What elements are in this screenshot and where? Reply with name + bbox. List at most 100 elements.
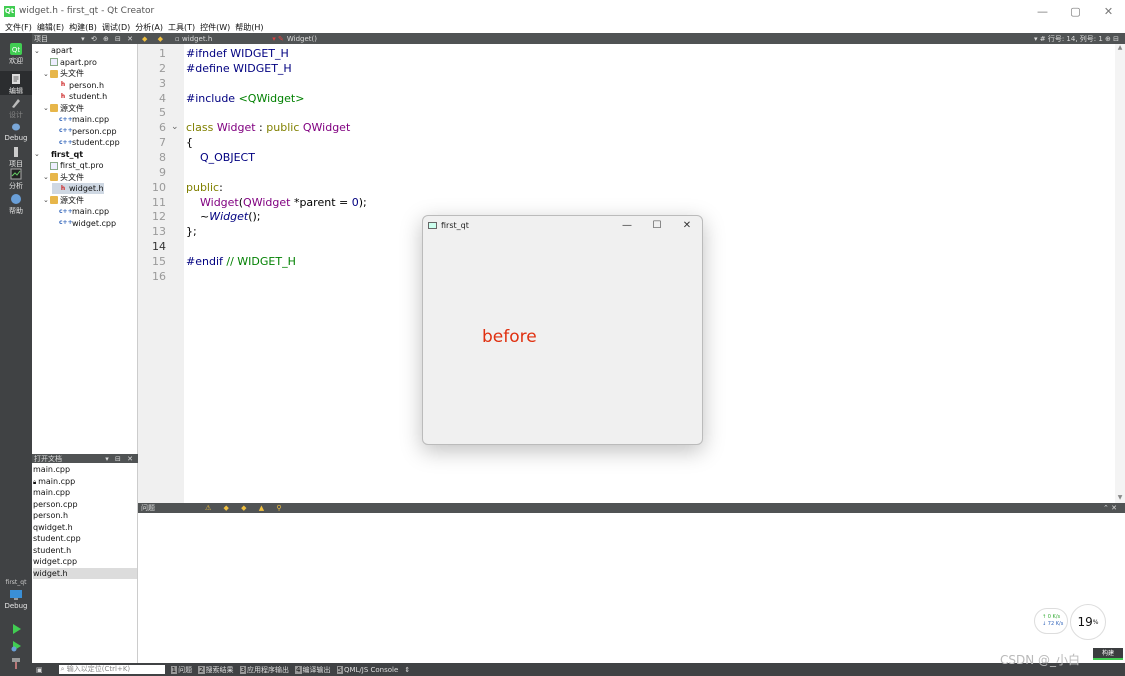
- menu-file[interactable]: 文件(F): [5, 22, 32, 33]
- tree-item[interactable]: apart.pro: [43, 57, 97, 68]
- menu-tools[interactable]: 工具(T): [168, 22, 195, 33]
- tree-item[interactable]: c++ main.cpp: [52, 206, 109, 217]
- tree-item[interactable]: c++ widget.cpp: [52, 218, 116, 229]
- tab-compile-output[interactable]: 4 编译输出: [295, 665, 331, 675]
- menu-edit[interactable]: 编辑(E): [37, 22, 64, 33]
- chevron-down-icon[interactable]: ⌄: [43, 104, 50, 112]
- menu-analyze[interactable]: 分析(A): [135, 22, 163, 33]
- line-number: 14: [152, 240, 166, 254]
- minimize-button[interactable]: —: [1026, 0, 1059, 22]
- tree-item[interactable]: h student.h: [52, 91, 107, 102]
- open-document-item[interactable]: 🔒︎ main.cpp: [33, 476, 137, 488]
- open-document-item[interactable]: student.cpp: [33, 533, 137, 545]
- tree-item-label: student.h: [69, 92, 108, 101]
- mode-help[interactable]: 帮助: [0, 193, 32, 216]
- window-controls: — ▢ ✕: [1026, 0, 1125, 22]
- cpp-file-icon: c++: [59, 138, 73, 146]
- tree-item[interactable]: h widget.h: [52, 183, 104, 194]
- tree-item-label: main.cpp: [72, 115, 110, 124]
- folder-file-icon: [50, 173, 58, 181]
- run-button[interactable]: [0, 623, 32, 636]
- pane-tools-icon[interactable]: ▾ ⊟ ✕: [105, 455, 135, 463]
- open-document-item[interactable]: student.h: [33, 545, 137, 557]
- tree-item[interactable]: ⌄ 源文件: [43, 103, 84, 114]
- app-close-button[interactable]: ✕: [672, 216, 702, 235]
- kit-selector[interactable]: Debug: [0, 589, 32, 610]
- tree-item[interactable]: ⌄ 头文件: [43, 68, 84, 79]
- code-token: );: [358, 195, 367, 209]
- chevron-down-icon[interactable]: ⌄: [43, 173, 50, 181]
- chevron-down-icon[interactable]: ⌄: [43, 70, 50, 78]
- open-document-label: person.cpp: [33, 499, 78, 509]
- tab-search-results[interactable]: 2 搜索结果: [198, 665, 234, 675]
- tab-app-output[interactable]: 3 应用程序输出: [239, 665, 290, 675]
- open-document-label: widget.h: [33, 568, 68, 578]
- tree-item[interactable]: ⌄ first_qt: [34, 149, 83, 160]
- tree-item-label: widget.h: [69, 184, 104, 193]
- line-number: 7: [159, 136, 166, 150]
- open-document-label: widget.cpp: [33, 557, 78, 566]
- fold-chevron-icon[interactable]: ⌄: [171, 122, 179, 132]
- line-number: 12: [152, 210, 166, 224]
- mode-edit[interactable]: 编辑: [0, 71, 32, 95]
- tree-item[interactable]: c++ student.cpp: [52, 137, 120, 148]
- tree-item[interactable]: ⌄ 头文件: [43, 172, 84, 183]
- menu-help[interactable]: 帮助(H): [235, 22, 263, 33]
- locator-input[interactable]: ⌕ 输入以定位(Ctrl+K): [58, 665, 165, 674]
- code-line: #ifndef WIDGET_H: [186, 46, 289, 61]
- editor-file-combo[interactable]: ▫ widget.h: [175, 35, 212, 43]
- code-token: 0: [351, 195, 359, 209]
- open-document-item[interactable]: person.cpp: [33, 499, 137, 511]
- tree-item[interactable]: ⌄ 源文件: [43, 195, 84, 206]
- edit-icon: [12, 74, 20, 84]
- open-document-item[interactable]: main.cpp: [33, 464, 137, 476]
- app-minimize-button[interactable]: —: [612, 216, 642, 235]
- project-file-icon: [41, 47, 49, 55]
- debug-run-button[interactable]: [0, 640, 32, 653]
- app-maximize-button[interactable]: ☐: [642, 216, 672, 235]
- symbol-combo[interactable]: ▾ ✎ Widget(): [272, 35, 317, 43]
- pane-tools-icon[interactable]: ▾ ⟲ ⊕ ⊟ ✕: [81, 35, 135, 43]
- mode-welcome[interactable]: Qt 欢迎: [0, 43, 32, 66]
- tabs-more-icon[interactable]: ⇕: [404, 666, 410, 674]
- menu-debug[interactable]: 调试(D): [102, 22, 130, 33]
- open-document-item[interactable]: qwidget.h: [33, 522, 137, 534]
- filter-icons[interactable]: ⚠ ◆ ◆ ▲ ⚲: [205, 504, 286, 512]
- tab-qml-console[interactable]: 5 QML/JS Console: [336, 665, 398, 674]
- toggle-sidebar-icon[interactable]: ▣: [36, 666, 43, 674]
- tab-issues[interactable]: 1 问题: [170, 665, 192, 675]
- chevron-down-icon[interactable]: ⌄: [34, 47, 41, 55]
- code-line: ~Widget();: [186, 209, 261, 224]
- chevron-down-icon[interactable]: ⌄: [34, 150, 41, 158]
- tab-num: 4: [295, 665, 302, 674]
- mode-analyze[interactable]: 分析: [0, 168, 32, 191]
- menu-widgets[interactable]: 控件(W): [200, 22, 230, 33]
- line-number: 16: [152, 269, 166, 283]
- chevron-down-icon[interactable]: ⌄: [43, 196, 50, 204]
- tree-item[interactable]: c++ person.cpp: [52, 126, 117, 137]
- maximize-button[interactable]: ▢: [1059, 0, 1092, 22]
- tree-item[interactable]: ⌄ apart: [34, 45, 72, 56]
- pro-file-icon: [50, 58, 58, 66]
- tree-item[interactable]: c++ main.cpp: [52, 114, 109, 125]
- symbol-icon: ▾ ✎: [272, 34, 284, 43]
- tree-item-label: apart: [51, 46, 73, 55]
- pane-controls-icon[interactable]: ⌃ ✕: [1103, 504, 1117, 512]
- code-token: Widget: [200, 195, 239, 209]
- open-document-item[interactable]: main.cpp: [33, 487, 137, 499]
- mode-projects[interactable]: 项目: [0, 146, 32, 169]
- tree-item[interactable]: h person.h: [52, 80, 104, 91]
- nav-arrows-icon[interactable]: ◆ ◆: [142, 35, 167, 43]
- tree-item[interactable]: first_qt.pro: [43, 160, 103, 171]
- tab-label: 应用程序输出: [247, 665, 290, 674]
- app-window[interactable]: first_qt — ☐ ✕ before: [422, 215, 703, 445]
- build-button[interactable]: [0, 657, 32, 670]
- mode-debug[interactable]: Debug: [0, 121, 32, 142]
- editor-scrollbar[interactable]: ▲ ▼: [1115, 44, 1125, 503]
- close-button[interactable]: ✕: [1092, 0, 1125, 22]
- open-document-item[interactable]: widget.h: [33, 567, 137, 579]
- menu-build[interactable]: 构建(B): [69, 22, 97, 33]
- open-document-item[interactable]: person.h: [33, 510, 137, 522]
- mode-design[interactable]: 设计: [0, 97, 32, 120]
- open-document-item[interactable]: widget.cpp: [33, 556, 137, 568]
